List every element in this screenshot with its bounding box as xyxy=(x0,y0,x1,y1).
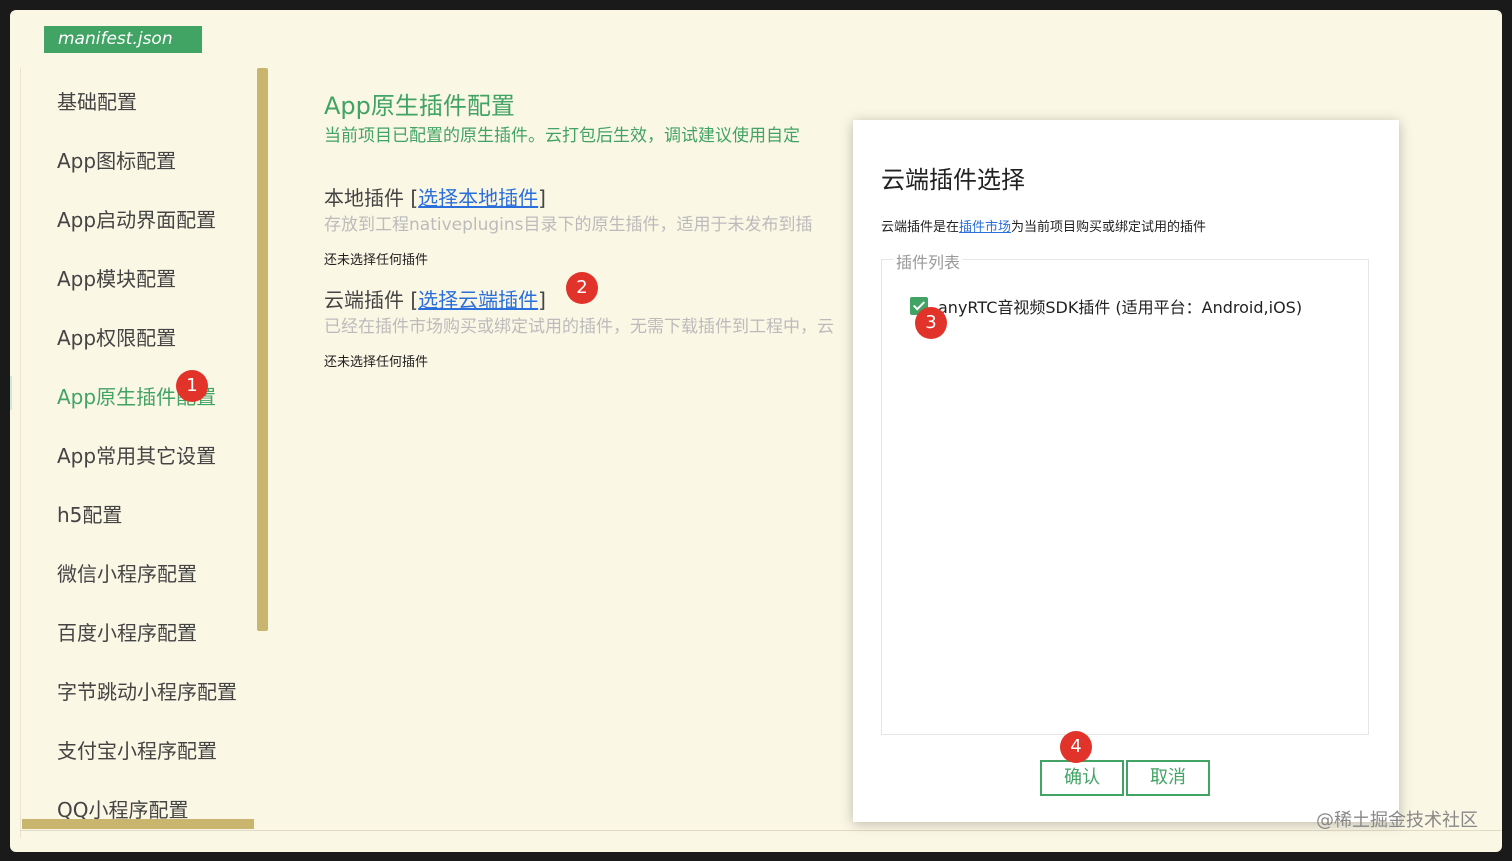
cloud-plugin-dialog: 云端插件选择 云端插件是在插件市场为当前项目购买或绑定试用的插件 插件列表 an… xyxy=(853,120,1399,822)
sidebar-item-alipay-mp[interactable]: 支付宝小程序配置 xyxy=(57,735,217,764)
select-local-plugins-link[interactable]: 选择本地插件 xyxy=(418,186,538,210)
sidebar-item-bytedance-mp[interactable]: 字节跳动小程序配置 xyxy=(57,676,237,705)
plugin-list-legend: 插件列表 xyxy=(894,249,963,273)
active-item-marker xyxy=(10,376,12,410)
sidebar-item-basic[interactable]: 基础配置 xyxy=(57,86,137,115)
sidebar-item-h5[interactable]: h5配置 xyxy=(57,499,122,528)
sidebar-horizontal-scrollbar[interactable] xyxy=(22,819,254,829)
sidebar-scrollbar[interactable] xyxy=(257,68,268,631)
cloud-plugins-description: 已经在插件市场购买或绑定试用的插件，无需下载插件到工程中，云 xyxy=(324,317,834,337)
local-plugins-description: 存放到工程nativeplugins目录下的原生插件，适用于未发布到插 xyxy=(324,215,813,235)
local-plugins-heading: 本地插件 [选择本地插件] xyxy=(324,186,546,210)
plugin-label: anyRTC音视频SDK插件 (适用平台：Android,iOS) xyxy=(938,298,1303,317)
sidebar: 基础配置 App图标配置 App启动界面配置 App模块配置 App权限配置 A… xyxy=(32,68,262,838)
bottom-divider xyxy=(20,830,1502,831)
annotation-badge-4: 4 xyxy=(1060,731,1092,763)
app-window: manifest.json 基础配置 App图标配置 App启动界面配置 App… xyxy=(10,10,1502,852)
cloud-plugins-title: 云端插件 xyxy=(324,288,404,312)
dialog-description: 云端插件是在插件市场为当前项目购买或绑定试用的插件 xyxy=(881,216,1206,235)
sidebar-item-app-icon[interactable]: App图标配置 xyxy=(57,145,176,174)
select-cloud-plugins-link[interactable]: 选择云端插件 xyxy=(418,288,538,312)
dialog-title: 云端插件选择 xyxy=(881,166,1025,194)
local-plugins-title: 本地插件 xyxy=(324,186,404,210)
confirm-button[interactable]: 确认 xyxy=(1040,760,1124,796)
sidebar-item-baidu-mp[interactable]: 百度小程序配置 xyxy=(57,617,197,646)
annotation-badge-1: 1 xyxy=(176,370,208,402)
page-title: App原生插件配置 xyxy=(324,92,515,120)
annotation-badge-2: 2 xyxy=(566,272,598,304)
sidebar-item-wechat-mp[interactable]: 微信小程序配置 xyxy=(57,558,197,587)
cloud-plugins-empty: 还未选择任何插件 xyxy=(324,355,429,370)
file-tab[interactable]: manifest.json xyxy=(44,26,202,53)
sidebar-item-app-permissions[interactable]: App权限配置 xyxy=(57,322,176,351)
dialog-desc-suffix: 为当前项目购买或绑定试用的插件 xyxy=(1011,220,1207,235)
local-plugins-empty: 还未选择任何插件 xyxy=(324,253,429,268)
page-description: 当前项目已配置的原生插件。云打包后生效，调试建议使用自定 xyxy=(324,126,800,146)
sidebar-item-app-splash[interactable]: App启动界面配置 xyxy=(57,204,216,233)
cancel-button[interactable]: 取消 xyxy=(1126,760,1210,796)
sidebar-item-app-modules[interactable]: App模块配置 xyxy=(57,263,176,292)
plugin-row[interactable]: anyRTC音视频SDK插件 (适用平台：Android,iOS) xyxy=(910,294,1302,318)
watermark: @稀土掘金技术社区 xyxy=(1316,810,1478,831)
sidebar-divider xyxy=(20,68,21,838)
sidebar-item-app-other-settings[interactable]: App常用其它设置 xyxy=(57,440,216,469)
dialog-desc-prefix: 云端插件是在 xyxy=(881,220,960,235)
annotation-badge-3: 3 xyxy=(915,307,947,339)
plugin-market-link[interactable]: 插件市场 xyxy=(959,220,1011,235)
cloud-plugins-heading: 云端插件 [选择云端插件] xyxy=(324,288,546,312)
plugin-list-fieldset: 插件列表 anyRTC音视频SDK插件 (适用平台：Android,iOS) xyxy=(881,249,1369,735)
